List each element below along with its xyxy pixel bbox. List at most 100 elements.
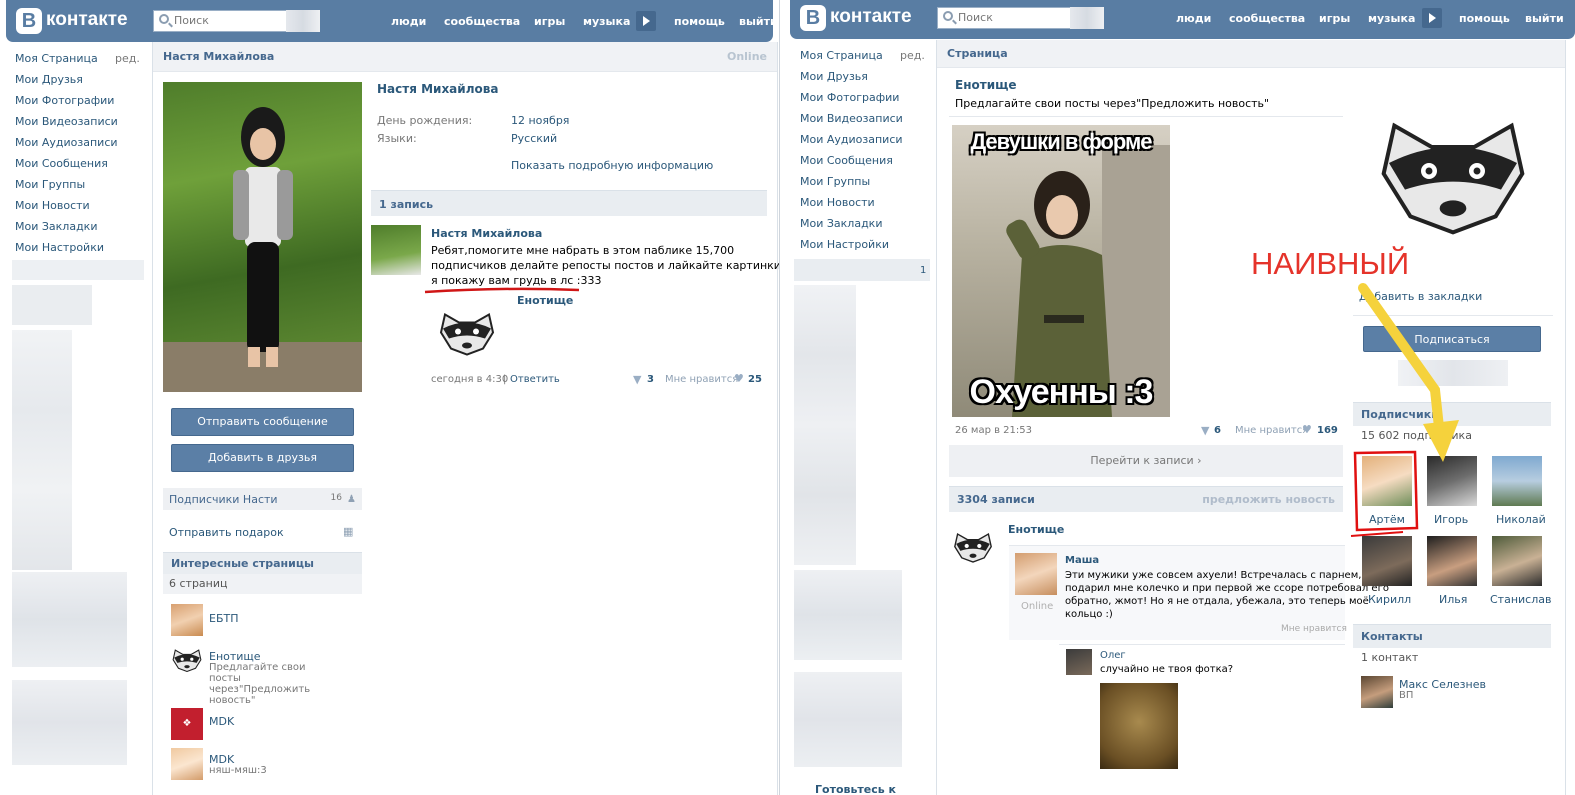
page-avatar[interactable]	[171, 604, 203, 636]
post-time[interactable]: 26 мар в 21:53	[955, 425, 1032, 436]
sidebar-item-videos[interactable]: Мои Видеозаписи	[15, 115, 145, 136]
sidebar-item-messages[interactable]: Мои Сообщения	[800, 154, 930, 175]
divider	[1059, 644, 1345, 645]
language-value[interactable]: Русский	[511, 132, 557, 145]
add-friend-button[interactable]: Добавить в друзья	[171, 444, 354, 472]
sidebar-item-news[interactable]: Мои Новости	[15, 199, 145, 220]
sidebar-item-bookmarks[interactable]: Мои Закладки	[800, 217, 930, 238]
megaphone-icon[interactable]: ▼	[1201, 424, 1209, 437]
page-name[interactable]: MDK	[209, 715, 234, 728]
nav-communities[interactable]: сообщества	[444, 15, 520, 28]
post-author[interactable]: Настя Михайлова	[431, 227, 542, 240]
nav-music[interactable]: музыка	[1368, 12, 1415, 25]
comment-author[interactable]: Маша	[1065, 555, 1099, 566]
raccoon-icon[interactable]	[1373, 110, 1533, 240]
post-image[interactable]: Девушки в форме Охуенны :3	[952, 125, 1170, 417]
wall-count[interactable]: 3304 записи	[957, 493, 1035, 506]
sidebar-item-messages[interactable]: Мои Сообщения	[15, 157, 145, 178]
show-more-info-link[interactable]: Показать подробную информацию	[511, 159, 713, 172]
profile-photo[interactable]	[163, 82, 362, 392]
left-screenshot: В контакте Поиск люди сообщества игры му…	[0, 0, 780, 795]
nav-people[interactable]: люди	[391, 15, 426, 28]
edit-link[interactable]: ред.	[900, 49, 925, 62]
followers-row[interactable]: Подписчики Насти 16 ♟	[163, 488, 362, 510]
sidebar-item-news[interactable]: Мои Новости	[800, 196, 930, 217]
suggest-news-link[interactable]: предложить новость	[1202, 493, 1335, 506]
sidebar-item-audio[interactable]: Мои Аудиозаписи	[15, 136, 145, 157]
megaphone-icon[interactable]: ▼	[633, 373, 641, 386]
post-author-avatar[interactable]	[371, 225, 421, 275]
comment-author[interactable]: Олег	[1100, 650, 1126, 661]
page-avatar[interactable]	[171, 748, 203, 780]
nav-help[interactable]: помощь	[674, 15, 725, 28]
sidebar-item-settings[interactable]: Мои Настройки	[15, 241, 145, 262]
nav-people[interactable]: люди	[1176, 12, 1211, 25]
birthday-value[interactable]: 12 ноября	[511, 114, 569, 127]
blurred-block	[794, 285, 856, 565]
mdk-logo[interactable]: ❖	[171, 708, 203, 740]
nav-help[interactable]: помощь	[1459, 12, 1510, 25]
blurred-block	[794, 570, 902, 660]
raccoon-icon[interactable]	[437, 308, 497, 358]
comment-like[interactable]: Мне нравится	[1281, 624, 1347, 634]
post-time[interactable]: сегодня в 4:30	[431, 374, 508, 385]
play-icon[interactable]	[1422, 8, 1442, 28]
edit-link[interactable]: ред.	[115, 52, 140, 65]
contact-avatar[interactable]	[1361, 676, 1393, 708]
contacts-title[interactable]: Контакты	[1353, 624, 1551, 648]
send-gift-link[interactable]: Отправить подарок	[169, 526, 284, 539]
raccoon-icon[interactable]	[952, 530, 994, 564]
reply-link[interactable]: Ответить	[510, 374, 560, 385]
sidebar-item-bookmarks[interactable]: Мои Закладки	[15, 220, 145, 241]
nav-games[interactable]: игры	[1319, 12, 1350, 25]
sidebar-item-groups[interactable]: Мои Группы	[15, 178, 145, 199]
comment-image[interactable]	[1100, 683, 1178, 769]
divider	[949, 116, 1343, 117]
raccoon-icon[interactable]	[171, 648, 203, 672]
comment-avatar[interactable]	[1015, 553, 1057, 595]
wall-count[interactable]: 1 запись	[371, 190, 767, 216]
sidebar-item-settings[interactable]: Мои Настройки	[800, 238, 930, 259]
wall-post-author[interactable]: Енотище	[1008, 523, 1064, 536]
nav-logout[interactable]: выйти	[739, 15, 778, 28]
sidebar-item-photos[interactable]: Мои Фотографии	[800, 91, 930, 112]
goto-post-button[interactable]: Перейти к записи ›	[949, 445, 1343, 477]
heart-icon[interactable]: ♥	[1302, 423, 1312, 436]
like-count: 25	[748, 374, 762, 385]
right-screenshot: В контакте Поиск люди сообщества игры му…	[790, 0, 1575, 795]
follower-name[interactable]: Кирилл	[1368, 593, 1411, 606]
nav-communities[interactable]: сообщества	[1229, 12, 1305, 25]
sidebar-item-groups[interactable]: Мои Группы	[800, 175, 930, 196]
play-icon[interactable]	[636, 11, 656, 31]
sidebar-promo[interactable]: Готовьтесь к	[815, 783, 896, 795]
like-label[interactable]: Мне нравится	[665, 374, 738, 385]
heart-icon[interactable]: ♥	[734, 372, 744, 385]
sidebar-item-videos[interactable]: Мои Видеозаписи	[800, 112, 930, 133]
sidebar-item-audio[interactable]: Мои Аудиозаписи	[800, 133, 930, 154]
gift-icon: ▦	[343, 525, 354, 538]
top-header: В контакте Поиск люди сообщества игры му…	[790, 0, 1575, 39]
send-message-button[interactable]: Отправить сообщение	[171, 408, 354, 436]
follower-name[interactable]: Станислав	[1490, 593, 1551, 606]
comment-avatar[interactable]	[1066, 649, 1092, 675]
blurred-area	[286, 10, 320, 32]
nav-music[interactable]: музыка	[583, 15, 630, 28]
page-title-bar: Страница	[937, 40, 1565, 68]
chevron-right-icon: ›	[1197, 454, 1202, 467]
nav-games[interactable]: игры	[534, 15, 565, 28]
sidebar-item-photos[interactable]: Мои Фотографии	[15, 94, 145, 115]
follower-name[interactable]: Илья	[1439, 593, 1467, 606]
sidebar-item-friends[interactable]: Мои Друзья	[15, 73, 145, 94]
like-label[interactable]: Мне нравится	[1235, 425, 1308, 436]
search-placeholder: Поиск	[958, 11, 993, 24]
sidebar-item-friends[interactable]: Мои Друзья	[800, 70, 930, 91]
search-icon	[159, 14, 169, 24]
page-title: Настя Михайлова	[163, 50, 275, 63]
logo-text: контакте	[830, 6, 912, 27]
contact-role: ВП	[1399, 690, 1414, 701]
interesting-pages-title[interactable]: Интересные страницы	[163, 552, 362, 574]
repost-name[interactable]: Енотище	[517, 294, 573, 307]
nav-logout[interactable]: выйти	[1525, 12, 1564, 25]
page-name[interactable]: ЕБТП	[209, 612, 239, 625]
group-name: Енотище	[955, 78, 1017, 92]
